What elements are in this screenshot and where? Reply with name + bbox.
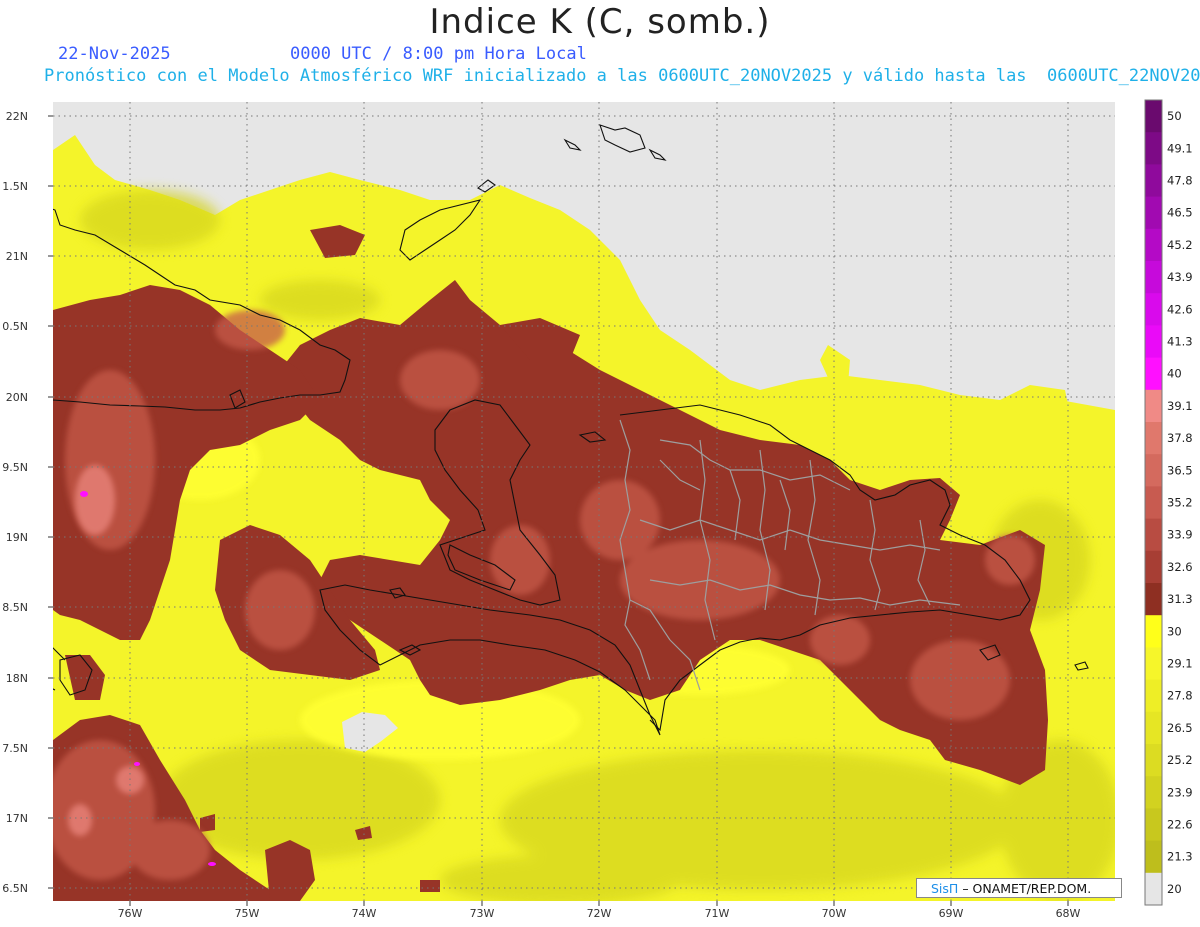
colorbar-label: 26.5 (1167, 721, 1193, 735)
colorbar-label: 25.2 (1167, 753, 1193, 767)
colorbar-swatch (1145, 808, 1162, 842)
lat-label: 20N (6, 391, 28, 404)
colorbar-swatch (1145, 744, 1162, 777)
colorbar-swatch (1145, 711, 1162, 745)
lat-label: 9.5N (2, 461, 28, 474)
colorbar-label: 21.3 (1167, 850, 1193, 864)
colorbar-label: 49.1 (1167, 141, 1193, 155)
lon-label: 76W (118, 907, 143, 920)
colorbar-label: 46.5 (1167, 206, 1193, 220)
lat-label: 17N (6, 812, 28, 825)
colorbar-label: 39.1 (1167, 399, 1193, 413)
colorbar-label: 29.1 (1167, 657, 1193, 671)
colorbar-label: 31.3 (1167, 592, 1193, 606)
colorbar-label: 23.9 (1167, 785, 1193, 799)
colorbar-swatch (1145, 840, 1162, 874)
lat-label: 8.5N (2, 601, 28, 614)
colorbar-swatch (1145, 454, 1162, 487)
colorbar-swatch (1145, 261, 1162, 294)
colorbar-label: 33.9 (1167, 528, 1193, 542)
lon-label: 71W (705, 907, 730, 920)
colorbar-label: 32.6 (1167, 560, 1193, 574)
colorbar-swatch (1145, 776, 1162, 809)
colorbar-swatch (1145, 872, 1162, 906)
colorbar-swatch (1145, 679, 1162, 713)
colorbar-label: 35.2 (1167, 496, 1193, 510)
longitude-labels: 76W 75W 74W 73W 72W 71W 70W 69W 68W (118, 907, 1081, 920)
colorbar-swatch (1145, 550, 1162, 584)
colorbar-label: 43.9 (1167, 270, 1193, 284)
colorbar-label: 27.8 (1167, 689, 1193, 703)
colorbar-label: 41.3 (1167, 335, 1193, 349)
colorbar-label: 30 (1167, 624, 1182, 638)
lat-label: 19N (6, 531, 28, 544)
colorbar-swatch (1145, 422, 1162, 455)
colorbar-swatch (1145, 647, 1162, 681)
latitude-labels: 22N 1.5N 21N 0.5N 20N 9.5N 19N 8.5N 18N … (2, 110, 28, 895)
colorbar-swatch (1145, 228, 1162, 262)
colorbar-swatch (1145, 486, 1162, 520)
colorbar-swatch (1145, 325, 1162, 359)
lon-label: 75W (235, 907, 260, 920)
lon-label: 69W (939, 907, 964, 920)
lat-label: 18N (6, 672, 28, 685)
colorbar-swatch (1145, 357, 1162, 391)
lat-label: 7.5N (2, 742, 28, 755)
colorbar-swatch (1145, 164, 1162, 198)
lon-label: 72W (587, 907, 612, 920)
map-plot-area (53, 102, 1115, 901)
colorbar-label: 42.6 (1167, 302, 1193, 316)
colorbar-swatch (1145, 293, 1162, 326)
lat-label: 6.5N (2, 882, 28, 895)
lat-label: 1.5N (2, 180, 28, 193)
credit-org: – ONAMET/REP.DOM. (962, 881, 1092, 896)
lat-label: 21N (6, 250, 28, 263)
colorbar-label: 20 (1167, 882, 1182, 896)
colorbar-label: 47.8 (1167, 174, 1193, 188)
lat-label: 0.5N (2, 320, 28, 333)
colorbar-swatch (1145, 100, 1162, 133)
lon-label: 68W (1056, 907, 1081, 920)
lat-label: 22N (6, 110, 28, 123)
credit-box: SisΠ – ONAMET/REP.DOM. (916, 878, 1122, 898)
colorbar-label: 36.5 (1167, 463, 1193, 477)
colorbar-label: 50 (1167, 109, 1182, 123)
colorbar-label: 22.6 (1167, 818, 1193, 832)
colorbar-label: 37.8 (1167, 431, 1193, 445)
colorbar: 50 49.1 47.8 46.5 45.2 43.9 42.6 41.3 40 39.1 37.8… (1145, 100, 1193, 906)
brand-logo: SisΠ (931, 881, 959, 896)
colorbar-swatch (1145, 615, 1162, 648)
colorbar-swatch (1145, 132, 1162, 165)
colorbar-swatch (1145, 389, 1162, 423)
lon-label: 74W (352, 907, 377, 920)
colorbar-label: 40 (1167, 367, 1182, 381)
colorbar-label: 45.2 (1167, 238, 1193, 252)
k-index-map: 22N 1.5N 21N 0.5N 20N 9.5N 19N 8.5N 18N … (2, 99, 1193, 920)
lon-label: 73W (470, 907, 495, 920)
colorbar-swatch (1145, 583, 1162, 616)
lon-label: 70W (822, 907, 847, 920)
colorbar-swatch (1145, 518, 1162, 552)
colorbar-swatch (1145, 196, 1162, 230)
